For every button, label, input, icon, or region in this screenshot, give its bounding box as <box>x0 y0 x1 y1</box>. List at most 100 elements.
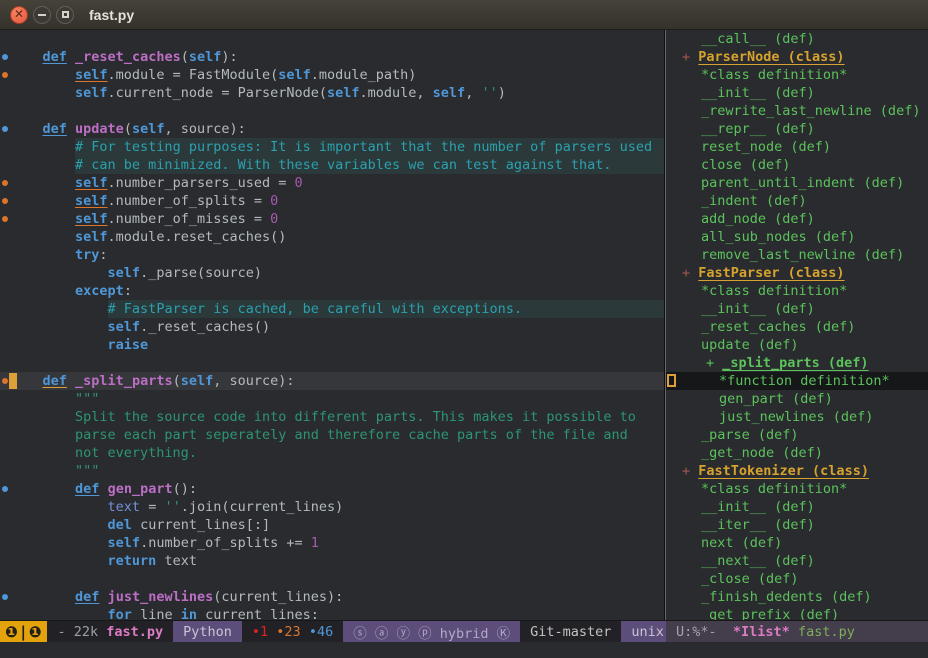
code-line[interactable]: self._parse(source) <box>0 264 664 282</box>
outline-item[interactable]: __init__ (def) <box>666 84 928 102</box>
code-line[interactable]: # FastParser is cached, be careful with … <box>0 300 664 318</box>
code-token: .number_of_misses = <box>108 210 271 228</box>
code-token <box>10 336 108 354</box>
outline-item[interactable]: update (def) <box>666 336 928 354</box>
code-token: try <box>75 246 99 264</box>
outline-item[interactable]: _get_node (def) <box>666 444 928 462</box>
outline-item[interactable]: + FastParser (class) <box>666 264 928 282</box>
outline-item[interactable]: *class definition* <box>666 66 928 84</box>
code-line[interactable]: try: <box>0 246 664 264</box>
code-line[interactable]: # can be minimized. With these variables… <box>0 156 664 174</box>
minimize-button[interactable] <box>33 6 51 24</box>
expand-marker-icon[interactable]: + <box>706 354 722 372</box>
code-line[interactable]: """ <box>0 462 664 480</box>
outline-item[interactable]: __iter__ (def) <box>666 516 928 534</box>
code-line[interactable] <box>0 354 664 372</box>
modeline-text: fast.py <box>106 624 163 640</box>
modeline-segment[interactable]: Python <box>173 621 242 642</box>
code-line-text: def just_newlines(current_lines): <box>0 588 664 606</box>
outline-item[interactable]: + FastTokenizer (class) <box>666 462 928 480</box>
code-line[interactable]: parse each part seperately and therefore… <box>0 426 664 444</box>
code-line[interactable]: self.module = FastModule(self.module_pat… <box>0 66 664 84</box>
outline-item[interactable]: *class definition* <box>666 282 928 300</box>
code-line[interactable] <box>0 102 664 120</box>
expand-marker-icon[interactable]: + <box>682 48 698 66</box>
outline-item[interactable]: _parse (def) <box>666 426 928 444</box>
code-token <box>10 48 43 66</box>
code-line[interactable] <box>0 570 664 588</box>
code-line[interactable]: # For testing purposes: It is important … <box>0 138 664 156</box>
code-line[interactable] <box>0 30 664 48</box>
emacs-window: ✕ fast.py def _reset_caches(self): self.… <box>0 0 928 658</box>
outline-item[interactable]: __call__ (def) <box>666 30 928 48</box>
code-line[interactable]: not everything. <box>0 444 664 462</box>
outline-item[interactable]: _rewrite_last_newline (def) <box>666 102 928 120</box>
code-line[interactable]: Split the source code into different par… <box>0 408 664 426</box>
code-token: .module, <box>360 84 433 102</box>
code-line[interactable]: def just_newlines(current_lines): <box>0 588 664 606</box>
outline-item[interactable]: + ParserNode (class) <box>666 48 928 66</box>
code-line[interactable]: self.number_of_splits = 0 <box>0 192 664 210</box>
code-line[interactable]: self.current_node = ParserNode(self.modu… <box>0 84 664 102</box>
outline-item[interactable]: add_node (def) <box>666 210 928 228</box>
outline-entry-label: _get_prefix (def) <box>701 606 839 620</box>
outline-item[interactable]: close (def) <box>666 156 928 174</box>
code-line[interactable]: """ <box>0 390 664 408</box>
outline-item[interactable]: reset_node (def) <box>666 138 928 156</box>
code-line[interactable]: del current_lines[:] <box>0 516 664 534</box>
outline-item[interactable]: + _split_parts (def) <box>666 354 928 372</box>
outline-item[interactable]: _close (def) <box>666 570 928 588</box>
code-line[interactable]: self.module.reset_caches() <box>0 228 664 246</box>
modeline-segment[interactable]: - 22k fast.py <box>47 621 173 642</box>
outline-item[interactable]: all_sub_nodes (def) <box>666 228 928 246</box>
modeline-segment[interactable]: Git-master <box>520 621 621 642</box>
code-line-text: Split the source code into different par… <box>0 408 664 426</box>
modeline-segment[interactable]: unix | 2 <box>621 621 666 642</box>
code-line[interactable]: def update(self, source): <box>0 120 664 138</box>
modeline-segment[interactable]: •1 •23 •46 <box>242 621 343 642</box>
maximize-button[interactable] <box>56 6 74 24</box>
code-line[interactable]: self._reset_caches() <box>0 318 664 336</box>
outline-item[interactable]: *function definition* <box>666 372 928 390</box>
code-line[interactable]: self.number_of_misses = 0 <box>0 210 664 228</box>
code-line[interactable]: def gen_part(): <box>0 480 664 498</box>
code-line[interactable]: def _split_parts(self, source): <box>0 372 664 390</box>
expand-marker-icon[interactable]: + <box>682 462 698 480</box>
outline-item[interactable]: __init__ (def) <box>666 300 928 318</box>
code-line[interactable]: self.number_of_splits += 1 <box>0 534 664 552</box>
close-button[interactable]: ✕ <box>10 6 28 24</box>
outline-item[interactable]: just_newlines (def) <box>666 408 928 426</box>
code-line[interactable]: def _reset_caches(self): <box>0 48 664 66</box>
code-line[interactable]: self.number_parsers_used = 0 <box>0 174 664 192</box>
outline-item[interactable]: __repr__ (def) <box>666 120 928 138</box>
code-line[interactable]: return text <box>0 552 664 570</box>
outline-item[interactable]: _finish_dedents (def) <box>666 588 928 606</box>
expand-marker-icon[interactable]: + <box>682 264 698 282</box>
modeline-segment[interactable]: ❶|❶ <box>0 621 47 642</box>
code-token: not everything. <box>10 444 197 462</box>
outline-item[interactable]: next (def) <box>666 534 928 552</box>
code-token <box>99 588 107 606</box>
code-editor-buffer[interactable]: def _reset_caches(self): self.module = F… <box>0 30 665 620</box>
imenu-list-panel[interactable]: __call__ (def)+ ParserNode (class)*class… <box>665 30 928 620</box>
outline-entry-label: close (def) <box>701 156 790 174</box>
editor-area: def _reset_caches(self): self.module = F… <box>0 30 928 620</box>
outline-item[interactable]: _reset_caches (def) <box>666 318 928 336</box>
outline-item[interactable]: parent_until_indent (def) <box>666 174 928 192</box>
outline-item[interactable]: __next__ (def) <box>666 552 928 570</box>
code-line[interactable]: except: <box>0 282 664 300</box>
outline-item[interactable]: *class definition* <box>666 480 928 498</box>
outline-item[interactable]: _get_prefix (def) <box>666 606 928 620</box>
outline-item[interactable]: remove_last_newline (def) <box>666 246 928 264</box>
outline-item[interactable]: gen_part (def) <box>666 390 928 408</box>
outline-entry-label: all_sub_nodes (def) <box>701 228 855 246</box>
code-line[interactable]: text = ''.join(current_lines) <box>0 498 664 516</box>
code-token: ._parse(source) <box>140 264 262 282</box>
code-token: self <box>327 84 360 102</box>
code-line[interactable]: raise <box>0 336 664 354</box>
code-line[interactable]: for line in current_lines: <box>0 606 664 620</box>
outline-item[interactable]: __init__ (def) <box>666 498 928 516</box>
titlebar[interactable]: ✕ fast.py <box>0 0 928 30</box>
modeline-segment[interactable]: ⓢ ⓐ ⓨ ⓟ hybrid Ⓚ <box>343 621 520 642</box>
outline-item[interactable]: _indent (def) <box>666 192 928 210</box>
